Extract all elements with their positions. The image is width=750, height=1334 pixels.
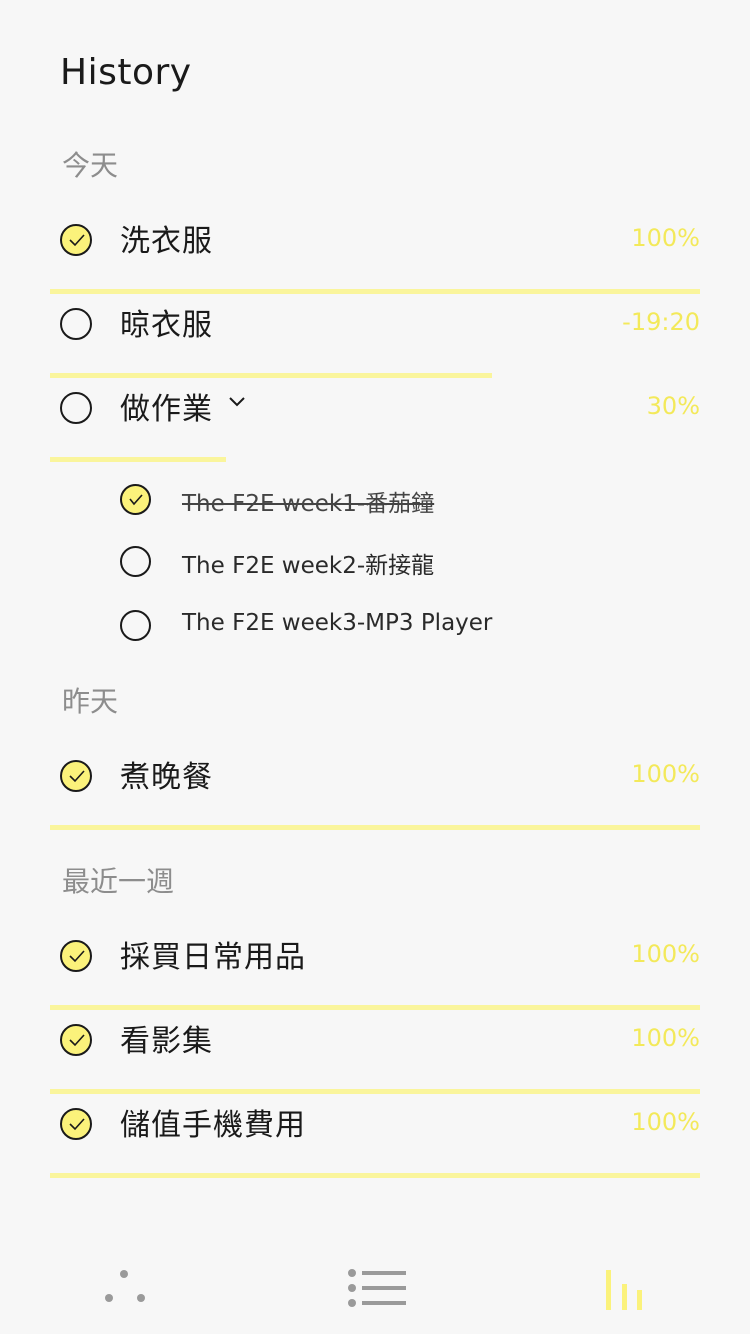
task-item[interactable]: 做作業 30% bbox=[50, 382, 700, 466]
subtask-item[interactable]: The F2E week1-番茄鐘 bbox=[120, 478, 700, 528]
subtask-item[interactable]: The F2E week3-MP3 Player bbox=[120, 604, 700, 654]
empty-circle-icon[interactable] bbox=[60, 392, 92, 424]
nav-stats-button[interactable] bbox=[604, 1266, 646, 1316]
task-value: 100% bbox=[631, 224, 700, 252]
page-title: History bbox=[60, 52, 192, 93]
task-title: 看影集 bbox=[120, 1024, 213, 1059]
progress-bar bbox=[50, 1089, 700, 1094]
section-label-yesterday: 昨天 bbox=[62, 685, 119, 718]
check-circle-icon[interactable] bbox=[60, 1108, 92, 1140]
task-item[interactable]: 洗衣服 100% bbox=[50, 214, 700, 298]
subtask-title: The F2E week3-MP3 Player bbox=[182, 610, 493, 636]
chevron-down-icon[interactable] bbox=[229, 392, 245, 411]
task-title: 做作業 bbox=[120, 392, 213, 427]
empty-circle-icon[interactable] bbox=[60, 308, 92, 340]
empty-circle-icon[interactable] bbox=[120, 610, 151, 641]
check-circle-icon[interactable] bbox=[60, 1024, 92, 1056]
subtask-title: The F2E week1-番茄鐘 bbox=[182, 491, 435, 517]
task-title: 採買日常用品 bbox=[120, 940, 306, 975]
task-title: 煮晚餐 bbox=[120, 760, 213, 795]
dots-icon bbox=[105, 1270, 145, 1302]
check-circle-icon[interactable] bbox=[60, 760, 92, 792]
subtask-item[interactable]: The F2E week2-新接龍 bbox=[120, 540, 700, 590]
task-item[interactable]: 採買日常用品 100% bbox=[50, 930, 700, 1014]
task-title: 儲值手機費用 bbox=[120, 1108, 306, 1143]
progress-bar bbox=[50, 457, 226, 462]
section-label-today: 今天 bbox=[62, 149, 119, 182]
progress-bar bbox=[50, 289, 700, 294]
task-item[interactable]: 晾衣服 -19:20 bbox=[50, 298, 700, 382]
task-title: 晾衣服 bbox=[120, 308, 213, 343]
task-value: 30% bbox=[646, 392, 700, 420]
list-icon bbox=[348, 1269, 406, 1307]
task-value: 100% bbox=[631, 760, 700, 788]
task-value: 100% bbox=[631, 1108, 700, 1136]
nav-list-button[interactable] bbox=[346, 1266, 410, 1314]
progress-bar bbox=[50, 825, 700, 830]
task-item[interactable]: 煮晚餐 100% bbox=[50, 750, 700, 834]
task-value: -19:20 bbox=[622, 308, 700, 336]
bar-chart-icon bbox=[606, 1270, 642, 1310]
task-value: 100% bbox=[631, 940, 700, 968]
section-label-week: 最近一週 bbox=[62, 865, 175, 898]
subtask-title: The F2E week2-新接龍 bbox=[182, 553, 435, 579]
check-circle-icon[interactable] bbox=[60, 940, 92, 972]
empty-circle-icon[interactable] bbox=[120, 546, 151, 577]
task-item[interactable]: 看影集 100% bbox=[50, 1014, 700, 1098]
progress-bar bbox=[50, 373, 492, 378]
task-item[interactable]: 儲值手機費用 100% bbox=[50, 1098, 700, 1182]
nav-dots-button[interactable] bbox=[100, 1266, 150, 1310]
task-title: 洗衣服 bbox=[120, 224, 213, 259]
progress-bar bbox=[50, 1173, 700, 1178]
task-value: 100% bbox=[631, 1024, 700, 1052]
progress-bar bbox=[50, 1005, 700, 1010]
check-circle-icon[interactable] bbox=[120, 484, 151, 515]
check-circle-icon[interactable] bbox=[60, 224, 92, 256]
